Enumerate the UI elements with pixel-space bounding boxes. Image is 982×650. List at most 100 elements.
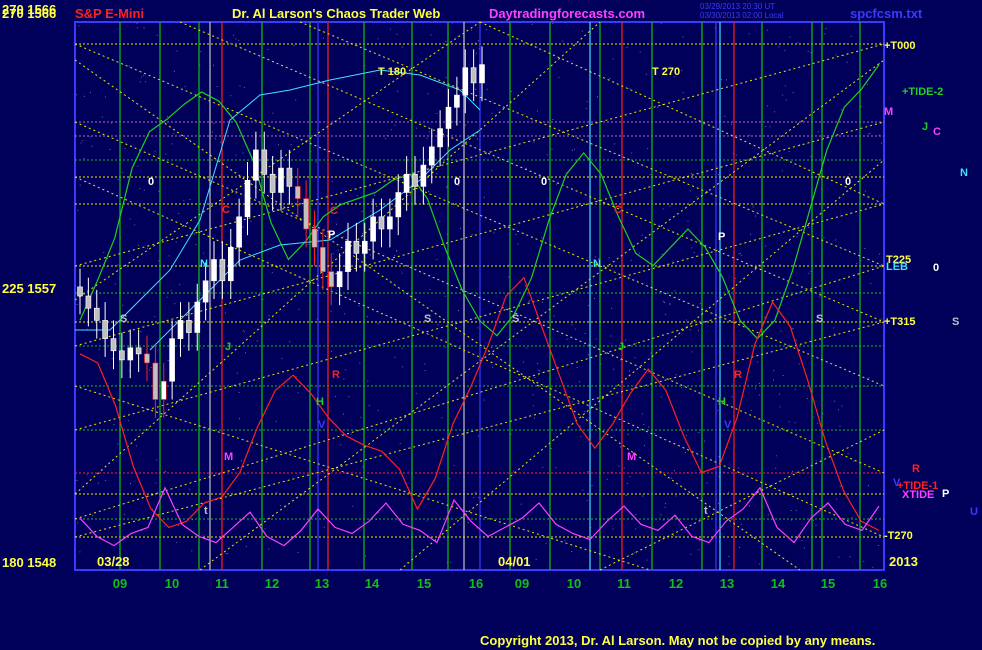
star-dot <box>769 126 771 128</box>
candle-body <box>387 216 393 230</box>
star-dot <box>117 179 119 180</box>
star-dot <box>635 528 637 530</box>
star-dot <box>143 74 145 76</box>
star-dot <box>865 386 867 388</box>
star-dot <box>158 190 160 192</box>
star-dot <box>396 33 398 35</box>
candle-body <box>161 380 167 400</box>
star-dot <box>426 137 428 139</box>
x-tick-label: 09 <box>113 576 127 591</box>
star-dot <box>532 405 534 407</box>
star-dot <box>823 237 825 239</box>
star-dot <box>323 37 325 39</box>
plot-annotation: J <box>225 341 231 353</box>
star-dot <box>214 138 216 140</box>
star-dot <box>645 73 647 75</box>
star-dot <box>77 522 79 524</box>
star-dot <box>693 251 695 253</box>
star-dot <box>242 226 244 228</box>
star-dot <box>612 528 614 530</box>
star-dot <box>728 563 730 565</box>
star-dot <box>366 316 368 318</box>
candle-body <box>361 240 368 254</box>
star-dot <box>80 142 82 144</box>
candle-body <box>378 216 385 230</box>
star-dot <box>562 40 564 42</box>
x-tick-label: 11 <box>617 576 631 591</box>
candle-body <box>177 320 184 339</box>
star-dot <box>778 393 780 395</box>
star-dot <box>797 42 799 44</box>
star-dot <box>664 301 665 303</box>
star-dot <box>643 424 645 425</box>
star-dot <box>706 482 708 484</box>
star-dot <box>241 460 242 462</box>
star-dot <box>702 173 704 175</box>
candle-body <box>85 295 92 309</box>
star-dot <box>792 92 794 93</box>
star-dot <box>634 552 636 554</box>
star-dot <box>587 354 589 356</box>
star-dot <box>520 503 522 505</box>
star-dot <box>202 347 204 349</box>
star-dot <box>795 339 797 341</box>
star-dot <box>845 387 847 389</box>
star-dot <box>203 252 205 254</box>
candle-body <box>454 94 460 108</box>
candle-body <box>395 192 402 218</box>
star-dot <box>571 551 573 552</box>
star-dot <box>117 443 119 445</box>
star-dot <box>220 141 222 143</box>
fan-line <box>299 21 885 267</box>
star-dot <box>401 347 403 349</box>
star-dot <box>342 236 344 238</box>
star-dot <box>428 191 430 193</box>
star-dot <box>171 143 173 145</box>
star-dot <box>856 263 858 265</box>
envelope-curve <box>75 69 481 331</box>
star-dot <box>789 36 791 38</box>
star-dot <box>571 401 573 403</box>
star-dot <box>542 466 544 468</box>
candle-body <box>370 216 376 242</box>
candle-body <box>286 167 293 187</box>
star-dot <box>376 205 378 207</box>
star-dot <box>265 461 267 463</box>
plot-annotation: P <box>328 229 335 241</box>
star-dot <box>275 420 277 422</box>
star-dot <box>664 506 666 508</box>
star-dot <box>759 394 761 396</box>
plot-annotation: V <box>318 419 326 431</box>
star-dot <box>483 399 485 401</box>
star-dot <box>834 400 836 402</box>
star-dot <box>436 113 438 114</box>
star-dot <box>526 347 528 349</box>
star-dot <box>764 316 766 318</box>
star-dot <box>818 296 820 298</box>
star-dot <box>782 375 784 376</box>
star-dot <box>250 220 252 222</box>
star-dot <box>692 177 694 179</box>
star-dot <box>111 358 113 360</box>
candle-body <box>353 240 360 254</box>
candle-body <box>127 347 134 361</box>
star-dot <box>367 380 369 382</box>
star-dot <box>483 196 485 198</box>
star-dot <box>639 51 641 53</box>
star-dot <box>409 194 411 196</box>
star-dot <box>467 522 469 523</box>
star-dot <box>551 148 553 150</box>
star-dot <box>597 96 598 98</box>
candle-body <box>278 167 284 193</box>
star-dot <box>194 233 196 235</box>
candle-body <box>236 216 242 248</box>
star-dot <box>424 370 426 371</box>
star-dot <box>775 455 777 457</box>
star-dot <box>825 28 827 30</box>
star-dot <box>267 49 269 50</box>
plot-annotation: T 180 <box>378 66 406 78</box>
star-dot <box>532 394 534 396</box>
star-dot <box>848 173 850 175</box>
star-dot <box>738 253 740 255</box>
star-dot <box>130 483 131 484</box>
